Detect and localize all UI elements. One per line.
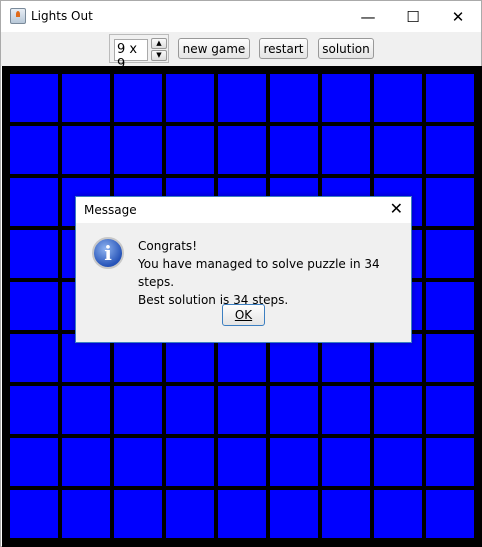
light-cell[interactable] <box>62 386 110 434</box>
light-cell[interactable] <box>322 438 370 486</box>
light-cell[interactable] <box>10 282 58 330</box>
light-cell[interactable] <box>10 178 58 226</box>
light-cell[interactable] <box>322 386 370 434</box>
light-cell[interactable] <box>426 386 474 434</box>
light-cell[interactable] <box>426 230 474 278</box>
spinner-down-icon[interactable]: ▼ <box>151 50 167 61</box>
dialog-title: Message <box>84 203 137 217</box>
message-line: Best solution is 34 steps. <box>138 293 289 307</box>
light-cell[interactable] <box>374 438 422 486</box>
light-cell[interactable] <box>426 178 474 226</box>
light-cell[interactable] <box>114 438 162 486</box>
light-cell[interactable] <box>374 490 422 538</box>
light-cell[interactable] <box>218 490 266 538</box>
light-cell[interactable] <box>10 74 58 122</box>
light-cell[interactable] <box>426 282 474 330</box>
light-cell[interactable] <box>218 386 266 434</box>
light-cell[interactable] <box>10 334 58 382</box>
new-game-button[interactable]: new game <box>178 38 250 59</box>
dialog-title-bar: Message ✕ <box>76 197 411 223</box>
light-cell[interactable] <box>10 438 58 486</box>
title-bar: Lights Out — ☐ ✕ <box>1 1 481 32</box>
light-cell[interactable] <box>114 74 162 122</box>
light-cell[interactable] <box>426 126 474 174</box>
toolbar: 9 x 9 ▲ ▼ new game restart solution <box>1 32 481 72</box>
light-cell[interactable] <box>374 74 422 122</box>
minimize-button[interactable]: — <box>345 1 391 32</box>
maximize-button[interactable]: ☐ <box>390 1 436 32</box>
light-cell[interactable] <box>270 74 318 122</box>
size-field[interactable]: 9 x 9 <box>114 39 148 72</box>
light-cell[interactable] <box>166 126 214 174</box>
light-cell[interactable] <box>114 126 162 174</box>
solution-button[interactable]: solution <box>318 38 374 59</box>
light-cell[interactable] <box>62 74 110 122</box>
light-cell[interactable] <box>166 386 214 434</box>
light-cell[interactable] <box>62 490 110 538</box>
light-cell[interactable] <box>218 74 266 122</box>
light-cell[interactable] <box>426 438 474 486</box>
light-cell[interactable] <box>322 490 370 538</box>
message-dialog: Message ✕ i Congrats! You have managed t… <box>75 196 412 343</box>
light-cell[interactable] <box>270 438 318 486</box>
light-cell[interactable] <box>374 386 422 434</box>
ok-button[interactable]: OK <box>222 304 265 326</box>
light-cell[interactable] <box>270 386 318 434</box>
light-cell[interactable] <box>114 386 162 434</box>
light-cell[interactable] <box>10 230 58 278</box>
light-cell[interactable] <box>270 126 318 174</box>
message-line: Congrats! <box>138 239 197 253</box>
light-cell[interactable] <box>10 386 58 434</box>
spinner-up-icon[interactable]: ▲ <box>151 38 167 49</box>
light-cell[interactable] <box>426 490 474 538</box>
dialog-message: Congrats! You have managed to solve puzz… <box>138 237 411 309</box>
size-spinner[interactable]: 9 x 9 ▲ ▼ <box>109 34 169 72</box>
java-app-icon <box>10 8 26 24</box>
light-cell[interactable] <box>426 334 474 382</box>
light-cell[interactable] <box>62 126 110 174</box>
message-line: You have managed to solve puzzle in 34 s… <box>138 257 380 289</box>
light-cell[interactable] <box>322 126 370 174</box>
light-cell[interactable] <box>62 438 110 486</box>
light-cell[interactable] <box>374 126 422 174</box>
app-window: Lights Out — ☐ ✕ 9 x 9 ▲ ▼ new game rest… <box>0 0 482 547</box>
dialog-close-button[interactable]: ✕ <box>390 199 403 218</box>
light-cell[interactable] <box>166 490 214 538</box>
light-cell[interactable] <box>322 74 370 122</box>
light-cell[interactable] <box>10 126 58 174</box>
window-title: Lights Out <box>31 9 93 23</box>
light-cell[interactable] <box>114 490 162 538</box>
light-cell[interactable] <box>218 126 266 174</box>
light-cell[interactable] <box>166 74 214 122</box>
light-cell[interactable] <box>270 490 318 538</box>
info-icon: i <box>92 237 124 269</box>
light-cell[interactable] <box>166 438 214 486</box>
light-cell[interactable] <box>10 490 58 538</box>
close-button[interactable]: ✕ <box>435 1 481 32</box>
light-cell[interactable] <box>426 74 474 122</box>
light-cell[interactable] <box>218 438 266 486</box>
restart-button[interactable]: restart <box>259 38 308 59</box>
